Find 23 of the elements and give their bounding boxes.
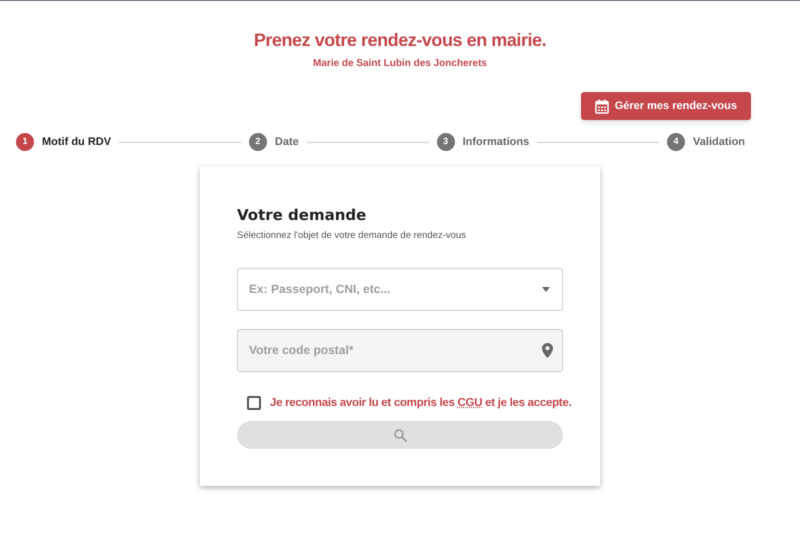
step-label[interactable]: Date — [274, 134, 299, 150]
terms-checkbox[interactable] — [247, 396, 261, 410]
terms-label: Je reconnais avoir lu et compris les CGU et je les accepte. — [270, 396, 572, 411]
page-title: Prenez votre rendez-vous en mairie. — [254, 29, 546, 52]
select-placeholder: Ex: Passeport, CNI, etc... — [249, 281, 390, 298]
form-subtitle: Sélectionnez l'objet de votre demande de rendez-vous — [237, 228, 467, 242]
step-label[interactable]: Validation — [693, 134, 746, 150]
dropdown-caret-icon — [542, 286, 550, 292]
search-icon — [394, 428, 406, 442]
manage-appointments-button[interactable]: Gérer mes rendez-vous — [580, 92, 751, 120]
step-number[interactable]: 3 — [436, 133, 455, 151]
step-number[interactable]: 1 — [16, 133, 34, 151]
map-pin-icon — [542, 342, 553, 358]
form-title: Votre demande — [237, 205, 368, 226]
step-number[interactable]: 2 — [248, 133, 267, 151]
calendar-icon — [594, 98, 609, 114]
postal-code-field[interactable]: Votre code postal* — [237, 328, 563, 372]
step-number[interactable]: 4 — [667, 133, 686, 151]
step-label[interactable]: Informations — [462, 134, 530, 150]
step-label[interactable]: Motif du RDV — [42, 134, 112, 150]
terms-link[interactable]: CGU — [458, 396, 482, 409]
reason-select[interactable]: Ex: Passeport, CNI, etc... — [237, 268, 563, 311]
page-subtitle: Marie de Saint Lubin des Joncherets — [313, 57, 487, 71]
